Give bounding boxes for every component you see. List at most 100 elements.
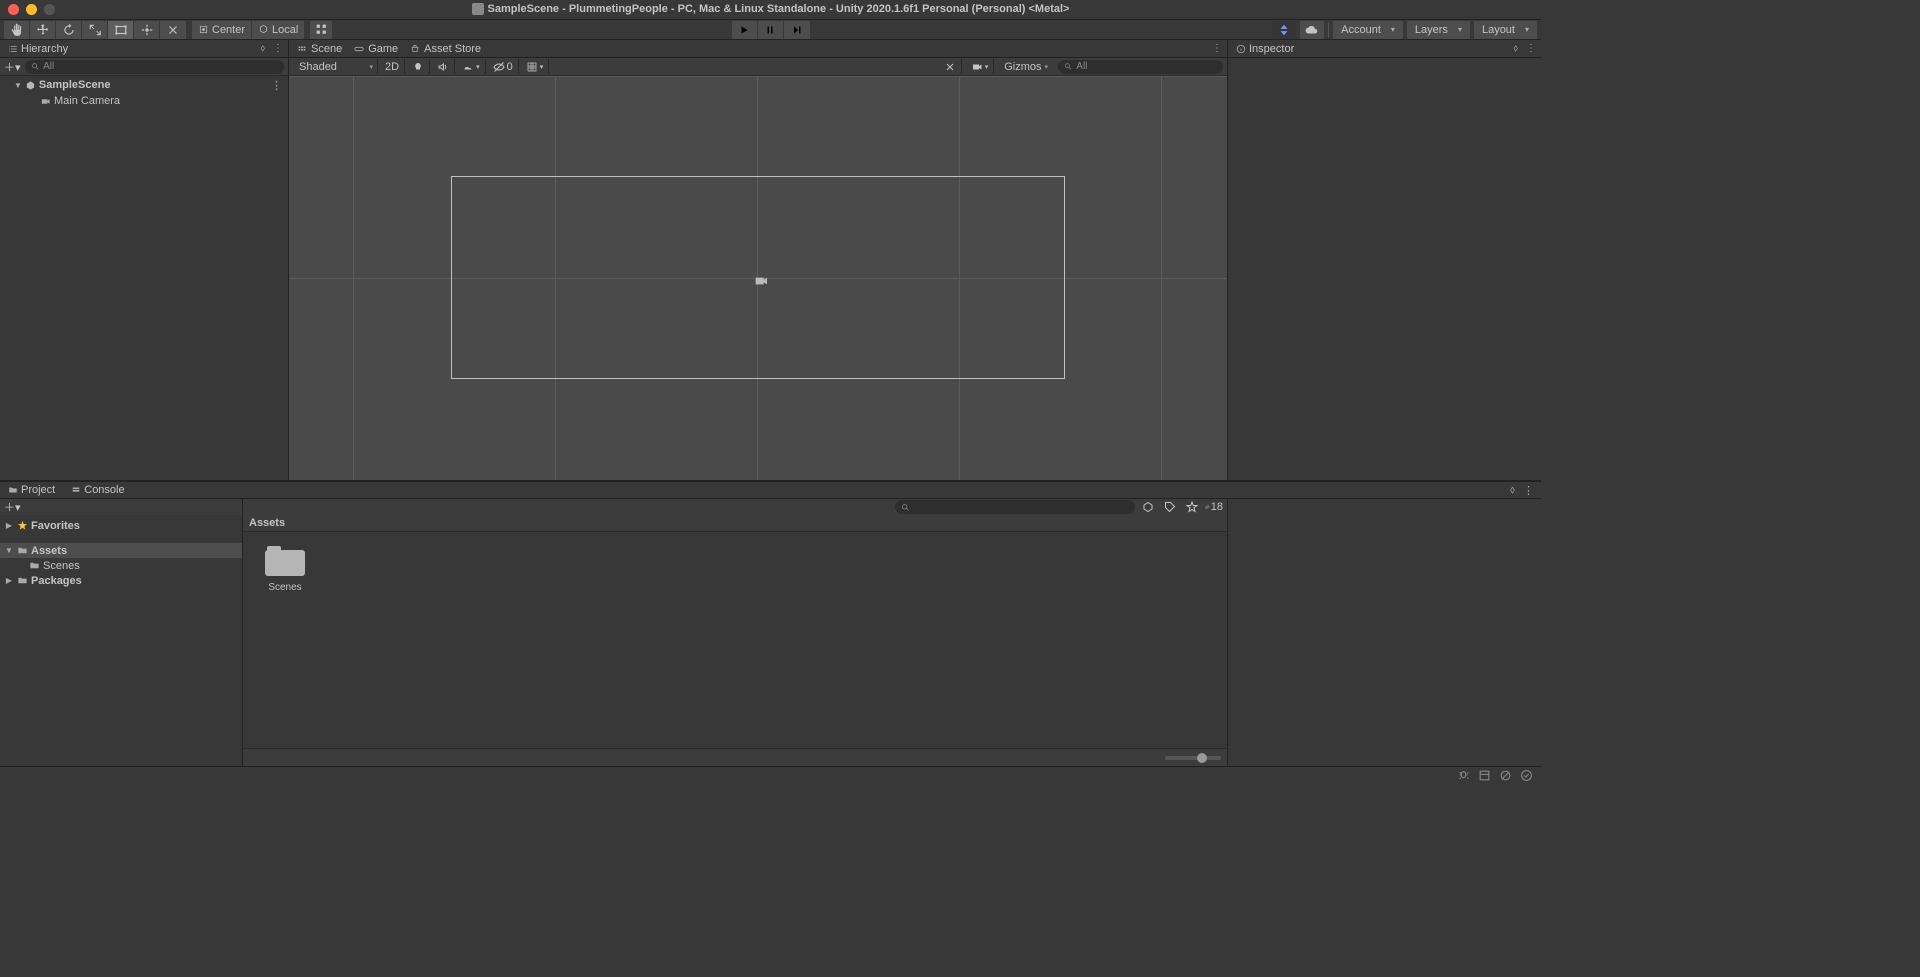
status-package-icon[interactable]	[1478, 769, 1491, 782]
project-tree[interactable]: ▶Favorites ▼Assets ▶Scenes ▶Packages	[0, 515, 242, 766]
scene-menu-icon[interactable]: ⋮	[271, 79, 288, 92]
collab-button[interactable]	[1272, 21, 1296, 39]
folder-icon	[265, 544, 305, 576]
transform-tool-group	[4, 21, 186, 39]
hierarchy-item-main-camera[interactable]: Main Camera	[0, 93, 288, 109]
tab-scene[interactable]: Scene	[291, 41, 348, 57]
main-area: Hierarchy ⬨ ⋮ ＋▾ ▼	[0, 40, 1541, 766]
lock-icon[interactable]: ⬨	[258, 43, 269, 54]
project-packages-row[interactable]: ▶Packages	[0, 573, 242, 588]
hierarchy-search-input[interactable]	[43, 61, 278, 72]
rotate-tool[interactable]	[56, 21, 82, 39]
rect-tool[interactable]	[108, 21, 134, 39]
scene-grid-dropdown[interactable]: ▾	[521, 59, 550, 74]
cloud-button[interactable]	[1300, 21, 1324, 39]
camera-gizmo-icon[interactable]	[752, 273, 766, 287]
main-toolbar: Center Local Account Layers Layout	[0, 20, 1541, 40]
status-bar	[0, 766, 1541, 784]
scene-search-input[interactable]	[1076, 61, 1217, 72]
project-add-button[interactable]: ＋▾	[4, 499, 21, 515]
tab-hierarchy[interactable]: Hierarchy	[2, 41, 74, 57]
shading-mode-dropdown[interactable]: Shaded	[293, 59, 378, 74]
hierarchy-scene-row[interactable]: ▼ SampleScene ⋮	[0, 77, 288, 93]
project-menu-icon[interactable]: ⋮	[1520, 484, 1537, 497]
search-icon	[901, 503, 910, 512]
tab-game[interactable]: Game	[348, 41, 404, 57]
layers-dropdown[interactable]: Layers	[1407, 21, 1470, 39]
project-lock-icon[interactable]: ⬨	[1507, 484, 1518, 497]
project-breadcrumb[interactable]: Assets	[243, 515, 1227, 532]
pivot-center-button[interactable]: Center	[192, 21, 252, 39]
project-search[interactable]	[895, 500, 1135, 514]
search-icon	[1064, 62, 1072, 71]
upper-split: Hierarchy ⬨ ⋮ ＋▾ ▼	[0, 40, 1541, 480]
gizmos-dropdown[interactable]: Gizmos	[998, 59, 1054, 74]
expand-arrow-icon[interactable]: ▼	[14, 81, 22, 90]
transform-tool-combined[interactable]	[134, 21, 160, 39]
scene-2d-toggle[interactable]: 2D	[380, 59, 405, 74]
project-hidden-count[interactable]: 18	[1205, 500, 1223, 514]
hierarchy-tab-controls: ⬨ ⋮	[258, 43, 287, 54]
unity-icon	[472, 3, 484, 15]
scene-camera-dropdown[interactable]: ▾	[966, 59, 995, 74]
move-tool[interactable]	[30, 21, 56, 39]
asset-folder-scenes[interactable]: Scenes	[255, 544, 315, 593]
status-hidden-icon[interactable]	[1499, 769, 1512, 782]
snap-button[interactable]	[310, 21, 332, 39]
project-assets-row[interactable]: ▼Assets	[0, 543, 242, 558]
window-root: SampleScene - PlummetingPeople - PC, Mac…	[0, 0, 1541, 784]
scene-search[interactable]	[1058, 60, 1223, 74]
hierarchy-tree[interactable]: ▼ SampleScene ⋮ Main Camera	[0, 76, 288, 480]
add-gameobject-button[interactable]: ＋▾	[4, 59, 21, 75]
search-icon	[31, 62, 40, 71]
custom-tool[interactable]	[160, 21, 186, 39]
tab-asset-store[interactable]: Asset Store	[404, 41, 487, 57]
project-content-pane: 18 Assets Scenes	[243, 499, 1227, 766]
inspector-lock-icon[interactable]: ⬨	[1511, 43, 1522, 54]
list-icon	[8, 44, 18, 54]
scene-icon	[25, 80, 36, 91]
layout-dropdown[interactable]: Layout	[1474, 21, 1537, 39]
scene-viewport[interactable]	[289, 76, 1227, 480]
project-panel: Project Console ⬨⋮ ＋▾ ▶Favorites ▼Assets	[0, 480, 1541, 766]
project-zoom-slider[interactable]	[1165, 756, 1221, 760]
hand-tool[interactable]	[4, 21, 30, 39]
status-bug-icon[interactable]	[1457, 769, 1470, 782]
pause-button[interactable]	[758, 21, 784, 39]
project-topbar: Project Console ⬨⋮	[0, 482, 1541, 499]
folder-icon	[17, 575, 28, 586]
project-filter-type-icon[interactable]	[1139, 500, 1157, 514]
project-filter-label-icon[interactable]	[1161, 500, 1179, 514]
project-favorites-row[interactable]: ▶Favorites	[0, 518, 242, 533]
play-button[interactable]	[732, 21, 758, 39]
tab-menu-icon[interactable]: ⋮	[270, 43, 286, 54]
project-save-search-icon[interactable]	[1183, 500, 1201, 514]
status-check-icon[interactable]	[1520, 769, 1533, 782]
pivot-group: Center Local	[192, 21, 304, 39]
inspector-menu-icon[interactable]: ⋮	[1523, 43, 1539, 54]
project-grid[interactable]: Scenes	[243, 532, 1227, 748]
pivot-local-button[interactable]: Local	[252, 21, 304, 39]
scale-tool[interactable]	[82, 21, 108, 39]
titlebar: SampleScene - PlummetingPeople - PC, Mac…	[0, 0, 1541, 20]
tab-inspector[interactable]: Inspector	[1230, 41, 1300, 57]
toolbar-right: Account Layers Layout	[1272, 21, 1541, 39]
game-tab-icon	[354, 44, 364, 54]
scene-tools-icon[interactable]	[939, 59, 962, 74]
status-right-icons	[1457, 769, 1541, 782]
window-title: SampleScene - PlummetingPeople - PC, Mac…	[0, 3, 1541, 15]
tab-console[interactable]: Console	[63, 482, 132, 498]
project-scenes-row[interactable]: ▶Scenes	[0, 558, 242, 573]
scene-light-toggle[interactable]	[407, 59, 430, 74]
tab-project[interactable]: Project	[0, 482, 63, 498]
account-dropdown[interactable]: Account	[1333, 21, 1403, 39]
step-button[interactable]	[784, 21, 810, 39]
scene-audio-toggle[interactable]	[432, 59, 455, 74]
hierarchy-search[interactable]	[25, 60, 284, 74]
asset-label: Scenes	[268, 582, 301, 593]
scene-toolbar: Shaded 2D ▾ 0 ▾ ▾ Gizmos	[289, 58, 1227, 76]
scene-hidden-count[interactable]: 0	[488, 59, 519, 74]
scene-fx-dropdown[interactable]: ▾	[457, 59, 486, 74]
scene-tab-menu-icon[interactable]: ⋮	[1209, 43, 1225, 54]
project-toolbar-right: 18	[243, 499, 1227, 515]
